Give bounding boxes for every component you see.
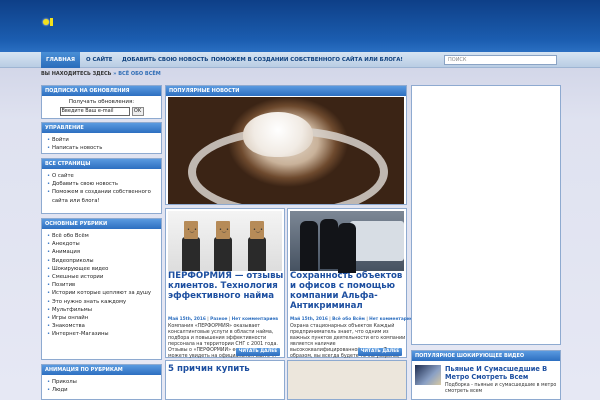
breadcrumb-current[interactable]: Всё обо Всём [118, 71, 161, 77]
news-card-next[interactable] [287, 360, 407, 400]
right-ad-area [411, 85, 561, 345]
suit-shape [182, 237, 200, 271]
rubrics-title: Основные рубрики [42, 219, 161, 229]
foam-shape [243, 112, 313, 157]
pages-add-news[interactable]: Добавить свою новость [47, 180, 157, 188]
news-card-performia: •‿• •‿• •‿• ПЕРФОРМИЯ — отзывы клиентов.… [165, 208, 285, 359]
logo-icon[interactable] [43, 19, 49, 25]
manage-write-news[interactable]: Написать новость [47, 144, 157, 152]
bag-head-icon: •‿• [184, 221, 198, 239]
pages-box: Все страницы О сайте Добавить свою новос… [41, 158, 162, 214]
bag-head-icon: •‿• [250, 221, 264, 239]
card-title[interactable]: ПЕРФОРМИЯ — отзывы клиентов. Технология … [168, 271, 284, 301]
popular-news-title: Популярные новости [166, 86, 406, 96]
subscribe-box: Подписка на обновления Получать обновлен… [41, 85, 162, 119]
popular-video-box: Популярное шокирующее видео Пьяные И Сум… [411, 350, 561, 400]
news-card-alfa: Сохранность объектов и офисов с помощью … [287, 208, 416, 365]
animation-title: Анимация по рубрикам [42, 365, 161, 375]
video-thumbnail[interactable] [415, 365, 441, 385]
animation-box: Анимация по рубрикам Приколы Люди [41, 364, 162, 400]
rubric-item[interactable]: Истории которые цепляют за душу [47, 289, 157, 297]
card-title[interactable]: Сохранность объектов и офисов с помощью … [290, 271, 406, 311]
animation-item[interactable]: Люди [47, 386, 157, 394]
read-more-button[interactable]: Читать далее [236, 348, 280, 356]
rubric-item[interactable]: Шокирующее видео [47, 265, 157, 273]
rubric-item[interactable]: Позитив [47, 281, 157, 289]
rubric-item[interactable]: Анимация [47, 248, 157, 256]
suit-shape [248, 237, 266, 271]
card-comments[interactable]: Нет комментариев [369, 317, 415, 322]
card-thumbnail-bags[interactable]: •‿• •‿• •‿• [168, 211, 282, 271]
rubric-item[interactable]: Знакомства [47, 322, 157, 330]
card-meta: Май 15th, 2016 | Всё обо Всём | Нет комм… [290, 317, 416, 322]
rubric-item[interactable]: Это нужно знать каждому [47, 298, 157, 306]
pages-site-help[interactable]: Поможем в создании собственного сайта ил… [47, 188, 157, 204]
card-date: Май 15th, 2016 [168, 317, 206, 322]
logo-bar-icon [50, 18, 53, 26]
guard-shape [320, 219, 338, 269]
read-more-button[interactable]: Читать далее [358, 348, 402, 356]
van-shape [350, 221, 404, 261]
pages-title: Все страницы [42, 159, 161, 169]
news-card-5-reasons: 5 причин купить [165, 360, 285, 400]
nav-about[interactable]: О сайте [81, 52, 117, 68]
rubric-item[interactable]: Видеоприколы [47, 257, 157, 265]
card-category[interactable]: Разное [210, 317, 227, 322]
card-category[interactable]: Всё обо Всём [332, 317, 365, 322]
card-date: Май 15th, 2016 [290, 317, 328, 322]
nav-add-news[interactable]: Добавить свою новость [117, 52, 213, 68]
breadcrumb-prefix: ВЫ НАХОДИТЕСЬ ЗДЕСЬ [41, 71, 112, 77]
video-item-title[interactable]: Пьяные И Сумасшедшие В Метро Смотреть Вс… [445, 365, 559, 381]
email-field[interactable]: Введите Ваш e-mail [59, 107, 130, 116]
manage-login[interactable]: Войти [47, 136, 157, 144]
bag-head-icon: •‿• [216, 221, 230, 239]
rubric-item[interactable]: Анекдоты [47, 240, 157, 248]
nav-site-help[interactable]: Поможем в создании собственного сайта ил… [206, 52, 408, 68]
pages-about[interactable]: О сайте [47, 172, 157, 180]
search-input[interactable]: ПОИСК [444, 55, 557, 65]
video-item-text: Подборка - пьяные и сумасшедшие в метро … [445, 383, 557, 394]
suit-shape [214, 237, 232, 271]
card-thumbnail-guards[interactable] [290, 211, 404, 273]
rubric-item[interactable]: Всё обо Всём [47, 232, 157, 240]
rubrics-box: Основные рубрики Всё обо Всём Анекдоты А… [41, 218, 162, 360]
card-meta: Май 15th, 2016 | Разное | Нет комментари… [168, 317, 284, 322]
coffee-image[interactable] [168, 97, 404, 204]
subscribe-text: Получать обновления: [68, 99, 135, 105]
nav-home[interactable]: Главная [41, 52, 81, 68]
card-comments[interactable]: Нет комментариев [232, 317, 278, 322]
subscribe-title: Подписка на обновления [42, 86, 161, 96]
popular-news-box: Популярные новости [165, 85, 407, 205]
rubric-item[interactable]: Смешные истории [47, 273, 157, 281]
subscribe-ok-button[interactable]: OK [131, 107, 144, 116]
card-title[interactable]: 5 причин купить [168, 364, 250, 374]
guard-shape [300, 221, 318, 271]
rubric-item[interactable]: Интернет-Магазины [47, 330, 157, 338]
manage-box: Управление Войти Написать новость [41, 122, 162, 154]
animation-item[interactable]: Приколы [47, 378, 157, 386]
guard-shape [338, 223, 356, 273]
rubric-item[interactable]: Игры онлайн [47, 314, 157, 322]
popular-video-title: Популярное шокирующее видео [412, 351, 560, 361]
manage-title: Управление [42, 123, 161, 133]
site-header [0, 0, 600, 52]
breadcrumb: ВЫ НАХОДИТЕСЬ ЗДЕСЬ » Всё обо Всём [41, 71, 161, 77]
breadcrumb-separator: » [113, 71, 117, 77]
rubric-item[interactable]: Мультфильмы [47, 306, 157, 314]
